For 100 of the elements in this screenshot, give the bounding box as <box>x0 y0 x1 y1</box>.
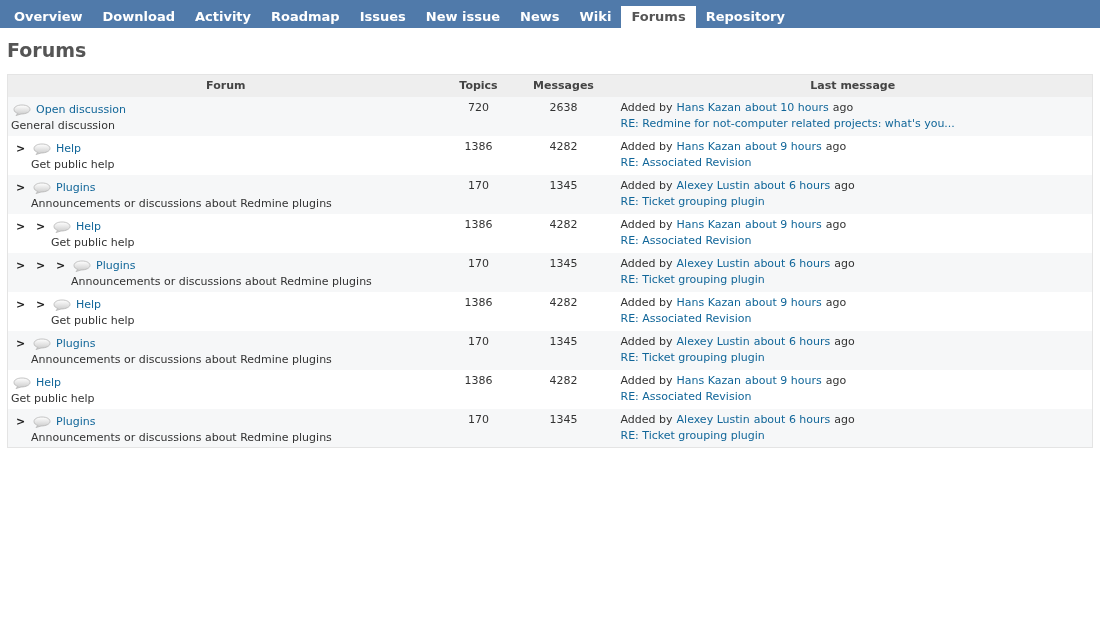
forum-description: Announcements or discussions about Redmine plugins <box>31 353 332 366</box>
indent-marker: > <box>34 257 47 274</box>
menu-tab[interactable]: Wiki <box>569 6 622 28</box>
indent-marker: > <box>14 335 27 352</box>
forum-link[interactable]: Help <box>76 218 102 235</box>
forum-link[interactable]: Help <box>36 374 62 391</box>
forum-description: Get public help <box>51 236 135 249</box>
messages-count: 1345 <box>549 178 578 192</box>
forum-link[interactable]: Help <box>76 296 102 313</box>
added-by-label: Added by <box>620 372 673 389</box>
ago-label: ago <box>825 372 847 389</box>
menu-tab[interactable]: Overview <box>4 6 93 28</box>
time-link[interactable]: about 6 hours <box>753 255 831 272</box>
forum-description: Announcements or discussions about Redmine plugins <box>71 275 372 288</box>
indent-marker: > <box>14 257 27 274</box>
time-link[interactable]: about 9 hours <box>745 138 822 155</box>
topics-count: 720 <box>468 100 489 114</box>
added-by-label: Added by <box>620 255 673 272</box>
topics-count: 1386 <box>464 139 493 153</box>
ago-label: ago <box>832 99 854 116</box>
speech-bubble-icon <box>53 298 71 311</box>
indent-marker: > <box>54 257 67 274</box>
ago-label: ago <box>834 411 855 428</box>
messages-count: 4282 <box>549 373 578 387</box>
ago-label: ago <box>825 294 847 311</box>
added-by-label: Added by <box>620 333 673 350</box>
message-link[interactable]: RE: Associated Revision <box>620 156 752 169</box>
ago-label: ago <box>834 177 855 194</box>
author-link[interactable]: Hans Kazan <box>676 138 741 155</box>
menu-tab[interactable]: News <box>510 6 570 28</box>
menu-tab[interactable]: Forums <box>621 6 696 28</box>
menu-tab[interactable]: Repository <box>695 6 795 28</box>
forum-link[interactable]: Plugins <box>56 179 96 196</box>
indent-marker: > <box>14 296 27 313</box>
speech-bubble-icon <box>13 103 31 116</box>
forum-link[interactable]: Plugins <box>96 257 136 274</box>
added-by-label: Added by <box>620 99 673 116</box>
speech-bubble-icon <box>33 337 51 350</box>
time-link[interactable]: about 9 hours <box>745 216 822 233</box>
messages-count: 1345 <box>549 334 578 348</box>
topics-count: 170 <box>468 256 489 270</box>
message-link[interactable]: RE: Associated Revision <box>620 390 752 403</box>
added-by-label: Added by <box>620 138 673 155</box>
message-link[interactable]: RE: Ticket grouping plugin <box>620 351 765 364</box>
ago-label: ago <box>825 138 847 155</box>
message-link[interactable]: RE: Associated Revision <box>620 312 752 325</box>
messages-count: 1345 <box>549 412 578 426</box>
forum-link[interactable]: Plugins <box>56 413 96 430</box>
speech-bubble-icon <box>13 376 31 389</box>
page-title: Forums <box>7 38 87 62</box>
menu-tab[interactable]: Issues <box>349 6 416 28</box>
topics-count: 1386 <box>464 373 493 387</box>
messages-count: 4282 <box>549 139 578 153</box>
message-link[interactable]: RE: Redmine for not-computer related projects: what's you... <box>620 117 955 130</box>
menu-tab[interactable]: Roadmap <box>261 6 350 28</box>
speech-bubble-icon <box>53 220 71 233</box>
menu-tab[interactable]: Activity <box>184 6 262 28</box>
message-link[interactable]: RE: Ticket grouping plugin <box>620 429 765 442</box>
author-link[interactable]: Hans Kazan <box>676 372 741 389</box>
author-link[interactable]: Alexey Lustin <box>676 411 750 428</box>
forum-link[interactable]: Plugins <box>56 335 96 352</box>
indent-marker: > <box>14 218 27 235</box>
forum-link[interactable]: Help <box>56 140 82 157</box>
author-link[interactable]: Alexey Lustin <box>676 255 750 272</box>
added-by-label: Added by <box>620 294 673 311</box>
column-header: Forum <box>7 74 444 97</box>
time-link[interactable]: about 6 hours <box>753 411 831 428</box>
menu-tab[interactable]: New issue <box>415 6 511 28</box>
time-link[interactable]: about 9 hours <box>745 372 822 389</box>
author-link[interactable]: Alexey Lustin <box>676 333 750 350</box>
forum-description: General discussion <box>11 119 115 132</box>
ago-label: ago <box>834 333 855 350</box>
time-link[interactable]: about 9 hours <box>745 294 822 311</box>
author-link[interactable]: Hans Kazan <box>676 294 741 311</box>
messages-count: 4282 <box>549 295 578 309</box>
time-link[interactable]: about 6 hours <box>753 177 831 194</box>
topics-count: 170 <box>468 334 489 348</box>
forum-link[interactable]: Open discussion <box>36 101 126 118</box>
column-header: Topics <box>443 74 514 97</box>
forum-description: Announcements or discussions about Redmine plugins <box>31 431 332 444</box>
speech-bubble-icon <box>33 415 51 428</box>
author-link[interactable]: Hans Kazan <box>676 216 741 233</box>
message-link[interactable]: RE: Ticket grouping plugin <box>620 195 765 208</box>
time-link[interactable]: about 6 hours <box>753 333 831 350</box>
author-link[interactable]: Alexey Lustin <box>676 177 750 194</box>
added-by-label: Added by <box>620 177 673 194</box>
indent-marker: > <box>14 179 27 196</box>
menu-tab[interactable]: Download <box>92 6 185 28</box>
message-link[interactable]: RE: Associated Revision <box>620 234 752 247</box>
time-link[interactable]: about 10 hours <box>745 99 829 116</box>
indent-marker: > <box>34 218 47 235</box>
ago-label: ago <box>834 255 855 272</box>
topics-count: 1386 <box>464 295 493 309</box>
author-link[interactable]: Hans Kazan <box>676 99 741 116</box>
speech-bubble-icon <box>73 259 91 272</box>
messages-count: 2638 <box>549 100 578 114</box>
speech-bubble-icon <box>33 181 51 194</box>
message-link[interactable]: RE: Ticket grouping plugin <box>620 273 765 286</box>
forum-description: Announcements or discussions about Redmine plugins <box>31 197 332 210</box>
topics-count: 1386 <box>464 217 493 231</box>
